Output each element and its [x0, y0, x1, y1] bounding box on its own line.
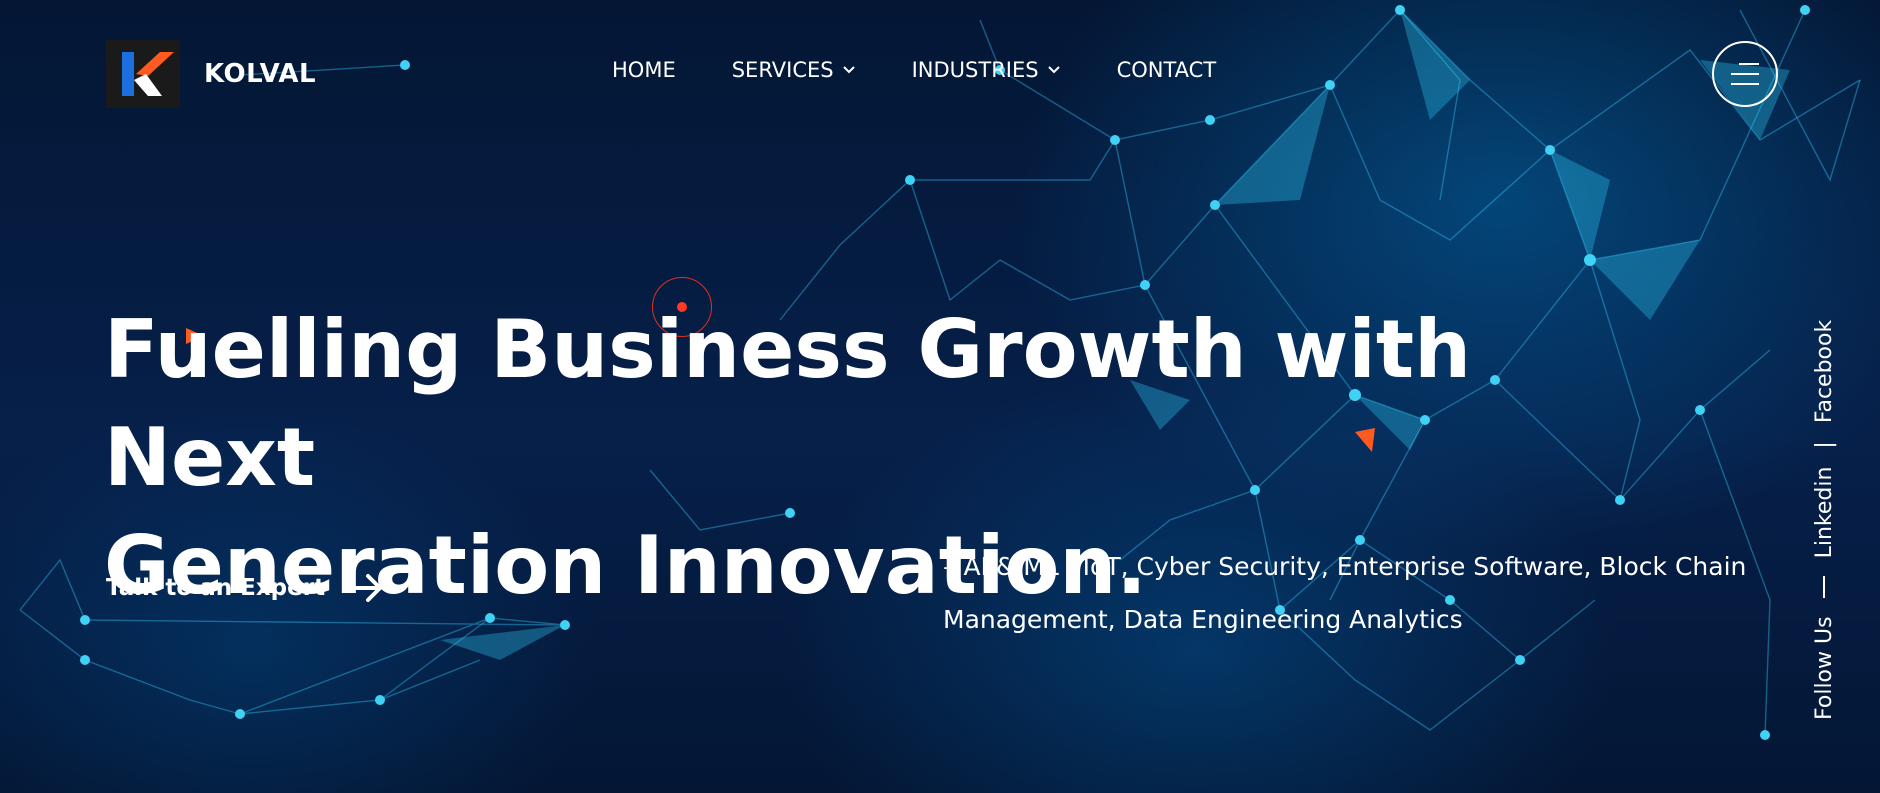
social-follow-bar: Follow Us Linkedin | Facebook: [1804, 280, 1844, 720]
hamburger-icon-line: [1731, 83, 1759, 85]
nav-item-label: SERVICES: [731, 58, 834, 82]
nav-item-contact[interactable]: CONTACT: [1117, 58, 1217, 82]
follow-us-label: Follow Us: [1811, 616, 1837, 720]
menu-button[interactable]: [1712, 41, 1778, 107]
hamburger-icon: [1739, 63, 1759, 65]
site-header: KOLVAL HOME SERVICES INDUSTRIES CONTACT: [0, 0, 1880, 150]
arrow-right-icon: [350, 574, 383, 602]
social-divider: [1823, 576, 1825, 599]
social-link-facebook[interactable]: Facebook: [1812, 320, 1837, 423]
hero-tagline: – AI & ML , IoT, Cyber Security, Enterpr…: [943, 540, 1763, 646]
talk-to-expert-link[interactable]: Talk to an Expert: [106, 573, 385, 603]
hamburger-icon-line: [1731, 73, 1759, 75]
tagline-line-1: – AI & ML , IoT, Cyber Security, Enterpr…: [943, 552, 1747, 581]
brand-logo[interactable]: KOLVAL: [106, 40, 316, 108]
nav-item-label: CONTACT: [1116, 58, 1217, 82]
nav-item-home[interactable]: HOME: [612, 58, 676, 82]
nav-item-label: INDUSTRIES: [911, 58, 1039, 82]
social-link-linkedin[interactable]: Linkedin: [1812, 467, 1837, 559]
kolval-logo-icon: [106, 40, 180, 108]
brand-name: KOLVAL: [204, 59, 317, 89]
tagline-line-2: Management, Data Engineering Analytics: [943, 605, 1463, 634]
nav-item-services[interactable]: SERVICES: [732, 58, 856, 82]
nav-item-industries[interactable]: INDUSTRIES: [912, 58, 1061, 82]
chevron-down-icon: [1047, 66, 1060, 74]
chevron-down-icon: [842, 66, 855, 74]
social-separator: |: [1811, 441, 1837, 449]
headline-line-1: Fuelling Business Growth with Next: [104, 303, 1472, 504]
cta-label: Talk to an Expert: [106, 575, 326, 601]
main-nav: HOME SERVICES INDUSTRIES CONTACT: [612, 58, 1272, 82]
nav-item-label: HOME: [612, 58, 676, 82]
